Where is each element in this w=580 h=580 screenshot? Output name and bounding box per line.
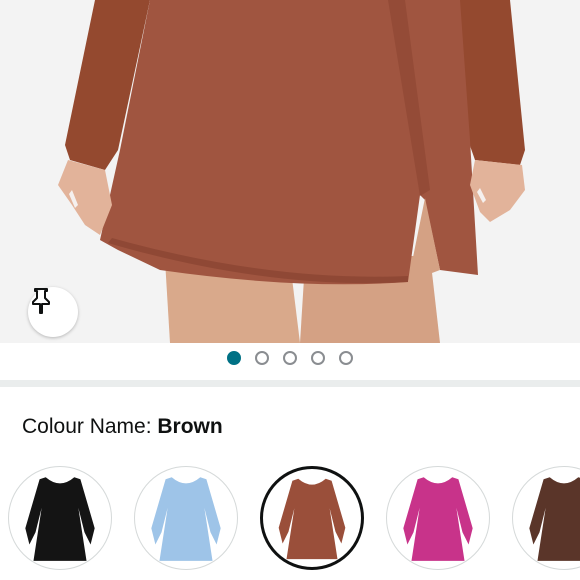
swatch-coffee[interactable] <box>512 466 580 570</box>
colour-value: Brown <box>157 415 223 438</box>
swatch-black-dress <box>25 477 95 561</box>
product-photo <box>58 0 525 343</box>
colour-swatch-list <box>0 466 580 580</box>
colour-label: Colour Name: <box>22 415 158 438</box>
pagination-dot-2[interactable] <box>255 351 269 365</box>
section-divider <box>0 380 580 387</box>
pagination-dot-3[interactable] <box>283 351 297 365</box>
swatch-black[interactable] <box>8 466 112 570</box>
pagination-dot-1[interactable] <box>227 351 241 365</box>
swatch-light-blue-dress <box>151 477 221 561</box>
swatch-pink[interactable] <box>386 466 490 570</box>
pagination-dot-5[interactable] <box>339 351 353 365</box>
pin-button[interactable] <box>28 287 78 337</box>
swatch-light-blue[interactable] <box>134 466 238 570</box>
swatch-brown-dress <box>278 478 346 560</box>
pagination-dot-4[interactable] <box>311 351 325 365</box>
left-hand <box>58 160 112 235</box>
image-pagination <box>0 351 580 371</box>
colour-name-row: Colour Name: Brown <box>22 414 223 440</box>
product-image[interactable] <box>0 0 580 343</box>
pin-icon <box>32 288 50 314</box>
swatch-coffee-dress <box>529 477 580 561</box>
swatch-pink-dress <box>403 477 473 561</box>
swatch-brown[interactable] <box>260 466 364 570</box>
